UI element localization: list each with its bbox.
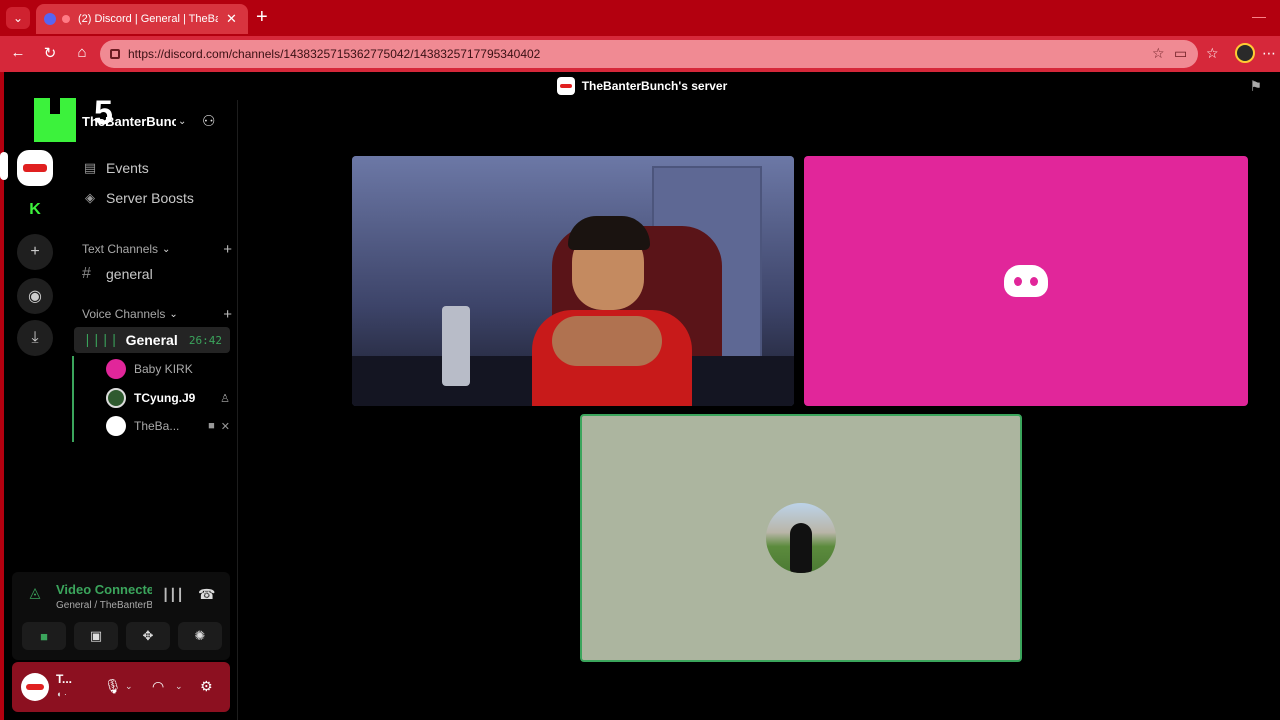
microphone-icon[interactable]: 🎙 xyxy=(104,678,122,695)
headphones-icon[interactable]: ◠ xyxy=(152,678,164,695)
category-voice-channels[interactable]: Voice Channels ⌄ + xyxy=(82,305,232,323)
category-label: Text Channels xyxy=(82,242,159,256)
camera-permission-icon[interactable]: ▭ xyxy=(1174,45,1187,62)
sidebar-item-events[interactable]: ▤ Events xyxy=(82,155,232,181)
disconnect-call-icon[interactable]: ☎ xyxy=(198,586,215,603)
voice-channel-general[interactable]: ❘❘❘❘ General 26:42 xyxy=(74,327,230,353)
address-bar[interactable]: https://discord.com/channels/14383257153… xyxy=(100,40,1198,68)
close-tab-icon[interactable]: ✕ xyxy=(226,11,237,27)
sidebar-item-label: Events xyxy=(106,160,149,176)
site-info-icon[interactable] xyxy=(110,49,120,59)
avatar[interactable] xyxy=(21,673,49,701)
stream-overlay-k-logo xyxy=(34,98,76,142)
channel-general[interactable]: # general xyxy=(82,261,232,287)
more-menu-icon[interactable]: ⋯ xyxy=(1262,45,1276,62)
voice-status-subtitle[interactable]: General / TheBanterBunch's server xyxy=(56,600,152,611)
chevron-down-icon: ⌄ xyxy=(178,115,187,127)
channel-label: general xyxy=(106,266,153,282)
participant-avatar-tile[interactable] xyxy=(804,156,1248,406)
tab-title: (2) Discord | General | TheBanterBunch's… xyxy=(78,13,218,25)
voice-activity-icon: ❘❘❘❘ xyxy=(82,332,120,347)
participant-video-tile[interactable] xyxy=(352,156,794,406)
camera-toggle-button[interactable]: ■ xyxy=(22,622,66,650)
download-apps-icon[interactable]: ⤓ xyxy=(17,320,53,356)
member-name: TheBa... xyxy=(134,419,180,433)
invite-people-icon[interactable]: ⚇ xyxy=(202,112,215,130)
boost-icon: ◈ xyxy=(85,190,95,205)
browser-window: ⌄ (2) Discord | General | TheBanterBunch… xyxy=(0,0,1280,720)
voice-members-connector xyxy=(72,356,74,442)
bookmark-star-icon[interactable]: ☆ xyxy=(1152,45,1165,62)
gear-icon[interactable]: ⚙ xyxy=(200,678,213,695)
screen-share-button[interactable]: ▣ xyxy=(74,622,118,650)
kick-app-icon[interactable]: K xyxy=(17,192,53,228)
connection-signal-icon[interactable]: ◬ xyxy=(24,584,46,606)
favorites-icon[interactable]: ☆ xyxy=(1206,45,1219,62)
member-name: TCyung.J9... xyxy=(134,391,196,405)
browser-tab[interactable]: (2) Discord | General | TheBanterBunch's… xyxy=(36,4,248,34)
sidebar-item-server-boosts[interactable]: ◈ Server Boosts xyxy=(82,185,232,211)
avatar xyxy=(106,388,126,408)
add-server-icon[interactable]: + xyxy=(17,234,53,270)
minimize-window-button[interactable]: — xyxy=(1252,8,1266,24)
avatar xyxy=(106,359,126,379)
create-channel-icon[interactable]: + xyxy=(223,241,232,258)
app-title-bar: TheBanterBunch's server ⚑ xyxy=(4,72,1280,100)
tab-search-menu-button[interactable]: ⌄ xyxy=(6,7,30,29)
calendar-icon: ▤ xyxy=(83,160,97,175)
username: T... xyxy=(56,672,73,686)
audio-indicator-icon xyxy=(62,15,70,23)
noise-suppression-icon[interactable]: ┃┃┃ xyxy=(162,588,184,602)
sidebar-item-label: Server Boosts xyxy=(106,190,194,206)
create-channel-icon[interactable]: + xyxy=(223,306,232,323)
avatar xyxy=(766,503,836,573)
inbox-flag-icon[interactable]: ⚑ xyxy=(1249,78,1262,95)
browser-toolbar: ← ↻ ⌂ https://discord.com/channels/14383… xyxy=(0,36,1280,72)
discord-app: TheBanterBunch's server ⚑ K + ◉ ⤓ TheBan… xyxy=(0,72,1280,720)
video-camera-icon: ■ xyxy=(208,420,215,432)
voice-timer: 26:42 xyxy=(188,333,222,347)
speaking-indicator-icon: ◖ · xyxy=(56,689,67,699)
category-label: Voice Channels xyxy=(82,307,166,321)
voice-status-title: Video Connected xyxy=(56,582,152,597)
discord-favicon-icon xyxy=(44,13,56,25)
voice-call-stage xyxy=(238,100,1280,720)
discover-compass-icon[interactable]: ◉ xyxy=(17,278,53,314)
chevron-down-icon: ⌄ xyxy=(162,243,171,255)
url-text: https://discord.com/channels/14383257153… xyxy=(128,47,541,61)
profile-avatar[interactable] xyxy=(1235,43,1255,63)
member-name: Baby KIRK xyxy=(134,362,193,376)
voice-member[interactable]: TheBa... ■ ✕ xyxy=(106,414,230,438)
chevron-down-icon[interactable]: ⌄ xyxy=(125,681,133,692)
voice-member[interactable]: Baby KIRK xyxy=(106,357,230,381)
avatar xyxy=(106,416,126,436)
participant-speaking-tile[interactable] xyxy=(580,414,1022,662)
new-tab-button[interactable]: + xyxy=(256,6,268,29)
stream-overlay-counter: 5 xyxy=(94,94,113,132)
server-banterbunch-icon[interactable] xyxy=(17,150,53,186)
reload-icon[interactable]: ↻ xyxy=(40,44,60,62)
activities-button[interactable]: ✥ xyxy=(126,622,170,650)
soundboard-button[interactable]: ✺ xyxy=(178,622,222,650)
tab-strip: ⌄ (2) Discord | General | TheBanterBunch… xyxy=(0,0,1280,36)
user-panel: T... ◖ · 🎙 ⌄ ◠ ⌄ ⚙ xyxy=(12,662,230,712)
playstation-icon: ♙ xyxy=(220,392,230,405)
chevron-down-icon[interactable]: ⌄ xyxy=(175,681,183,692)
category-text-channels[interactable]: Text Channels ⌄ + xyxy=(82,240,232,258)
app-title: TheBanterBunch's server xyxy=(581,79,728,93)
discord-logo-icon xyxy=(1004,265,1048,297)
home-icon[interactable]: ⌂ xyxy=(72,44,92,61)
video-person xyxy=(522,216,692,406)
back-arrow-icon[interactable]: ← xyxy=(8,44,28,61)
deafened-icon: ✕ xyxy=(220,420,230,433)
server-icon xyxy=(556,77,575,95)
active-server-indicator xyxy=(0,152,8,180)
video-cup xyxy=(442,306,470,386)
voice-connected-panel: ◬ Video Connected General / TheBanterBun… xyxy=(12,572,230,660)
chevron-down-icon: ⌄ xyxy=(169,308,178,320)
hash-icon: # xyxy=(82,265,91,282)
voice-channel-label: General xyxy=(125,332,178,348)
voice-member[interactable]: TCyung.J9... ♙ xyxy=(106,386,230,410)
